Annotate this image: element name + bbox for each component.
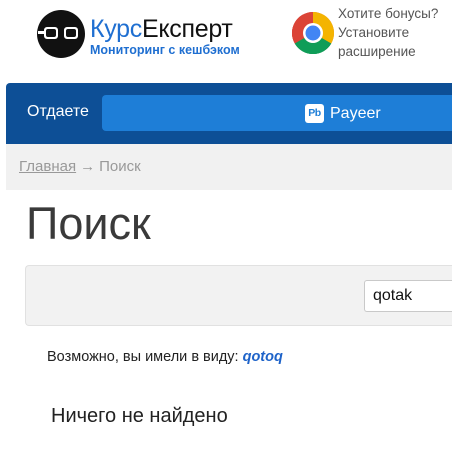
suggestion-prefix: Возможно, вы имели в виду: <box>47 349 239 365</box>
search-panel <box>25 265 452 326</box>
brand-name-part1: Курс <box>90 15 142 43</box>
site-logo[interactable]: КурсЕксперт Мониторинг с кешбэком <box>36 9 266 59</box>
breadcrumb-current: Поиск <box>99 158 141 175</box>
currency-label: Payeer <box>330 105 381 122</box>
search-suggestion: Возможно, вы имели в виду: qotoq <box>47 349 283 365</box>
brand-name-part2: Експерт <box>142 15 233 43</box>
payeer-icon: Pb <box>305 104 324 123</box>
page-title: Поиск <box>26 198 151 249</box>
chrome-icon <box>291 11 335 55</box>
brand-name: КурсЕксперт <box>90 15 233 43</box>
promo-text: Хотите бонусы? Установите расширение <box>338 6 439 59</box>
tagline: Мониторинг с кешбэком <box>90 43 240 57</box>
breadcrumb-bar: Главная → Поиск <box>6 144 452 190</box>
page: КурсЕксперт Мониторинг с кешбэком Хотите… <box>0 0 452 456</box>
exchange-bar: Отдаете Pb Payeer <box>6 83 452 144</box>
search-input[interactable] <box>364 280 452 312</box>
suggestion-link[interactable]: qotoq <box>243 349 283 365</box>
give-currency-select[interactable]: Pb Payeer <box>102 95 452 131</box>
breadcrumb-home-link[interactable]: Главная <box>19 158 76 175</box>
glasses-icon <box>37 10 85 58</box>
give-label: Отдаете <box>27 103 89 120</box>
extension-promo[interactable]: Хотите бонусы? Установите расширение <box>290 4 452 66</box>
breadcrumb: Главная → Поиск <box>19 158 141 175</box>
breadcrumb-arrow-icon: → <box>80 158 96 175</box>
no-results-message: Ничего не найдено <box>51 405 228 427</box>
